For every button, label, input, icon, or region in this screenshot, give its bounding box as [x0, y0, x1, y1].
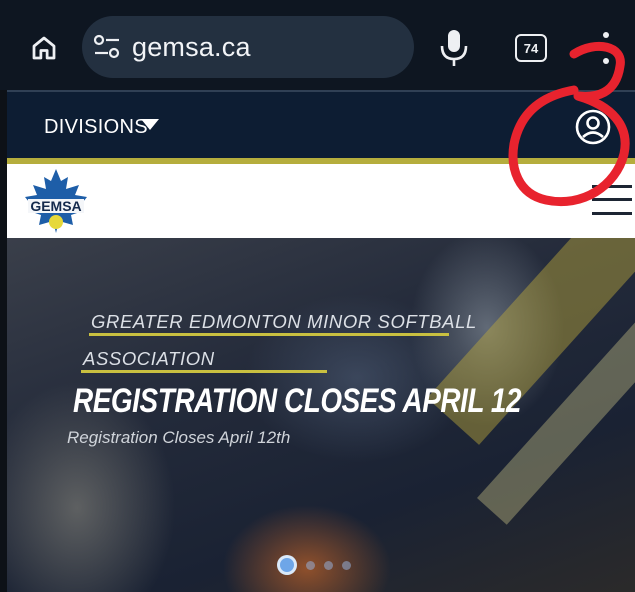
logo-bar: GEMSA	[7, 164, 635, 238]
divisions-menu[interactable]: DIVISIONS	[44, 116, 148, 139]
more-vert-icon[interactable]	[596, 31, 616, 65]
caret-down-icon[interactable]	[141, 119, 159, 130]
logo-text: GEMSA	[30, 198, 81, 214]
microphone-icon[interactable]	[436, 28, 472, 68]
hero-org-name-line2: ASSOCIATION	[83, 348, 215, 369]
home-icon	[32, 36, 56, 60]
tab-count: 74	[523, 40, 539, 56]
carousel-dots	[277, 554, 351, 576]
gemsa-logo[interactable]: GEMSA	[21, 167, 91, 237]
hero-underline	[89, 333, 449, 336]
account-circle-icon[interactable]	[574, 108, 612, 146]
url-text[interactable]: gemsa.ca	[132, 32, 251, 63]
carousel-dot[interactable]	[306, 560, 315, 570]
tabs-button[interactable]: 74	[515, 34, 547, 62]
browser-toolbar: gemsa.ca 74	[0, 0, 635, 90]
hero-underline	[81, 370, 327, 373]
carousel-dot[interactable]	[324, 560, 333, 570]
hero-org-name-line1: GREATER EDMONTON MINOR SOFTBALL	[91, 311, 477, 332]
carousel-dot[interactable]	[277, 555, 297, 575]
home-button[interactable]	[22, 26, 66, 70]
carousel-dot[interactable]	[342, 560, 351, 570]
address-bar[interactable]: gemsa.ca	[82, 16, 414, 78]
hero-banner[interactable]: GREATER EDMONTON MINOR SOFTBALL ASSOCIAT…	[7, 238, 635, 592]
site-nav: DIVISIONS	[7, 90, 635, 158]
site-settings-icon[interactable]	[93, 34, 121, 60]
hero-caption: Registration Closes April 12th	[67, 428, 291, 447]
hero-headline[interactable]: REGISTRATION CLOSES APRIL 12	[73, 382, 522, 421]
hamburger-menu-icon[interactable]	[592, 184, 632, 216]
